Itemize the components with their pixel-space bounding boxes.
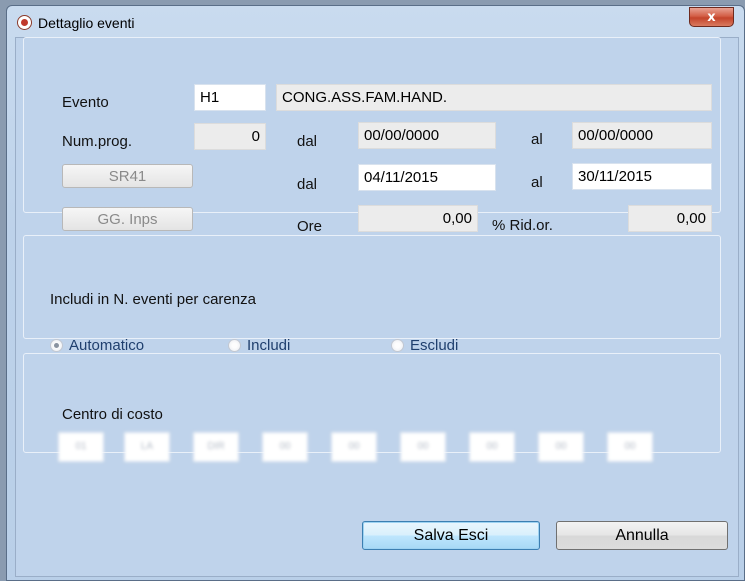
num-prog-label: Num.prog. xyxy=(62,133,133,150)
evento-label: Evento xyxy=(62,94,109,111)
radio-automatico[interactable]: Automatico xyxy=(50,337,144,354)
ore-field: 0,00 xyxy=(358,205,478,232)
rid-or-field: 0,00 xyxy=(628,205,712,232)
radio-automatico-label: Automatico xyxy=(69,337,145,354)
al-date-field-1: 00/00/0000 xyxy=(572,122,712,149)
radio-includi[interactable]: Includi xyxy=(228,337,290,354)
gg-inps-button-label: GG. Inps xyxy=(97,210,158,228)
cost-center-field-2[interactable]: LA xyxy=(124,432,170,462)
evento-code-field[interactable]: H1 xyxy=(194,84,266,111)
close-button[interactable]: x xyxy=(689,7,734,27)
app-icon xyxy=(17,15,32,30)
title-bar[interactable]: Dettaglio eventi x xyxy=(7,6,744,38)
cost-center-field-6[interactable]: 00 xyxy=(400,432,446,462)
radio-unselected-icon xyxy=(391,339,404,352)
sr41-button-label: SR41 xyxy=(108,167,147,185)
centro-costo-label: Centro di costo xyxy=(62,406,163,423)
save-exit-label: Salva Esci xyxy=(413,526,489,544)
cost-center-field-3[interactable]: DIR xyxy=(193,432,239,462)
cancel-label: Annulla xyxy=(615,526,669,544)
cost-center-field-8[interactable]: 00 xyxy=(538,432,584,462)
carenza-label: Includi in N. eventi per carenza xyxy=(50,291,256,308)
dal-date-field-1: 00/00/0000 xyxy=(358,122,496,149)
evento-description-field: CONG.ASS.FAM.HAND. xyxy=(276,84,712,111)
sr41-button[interactable]: SR41 xyxy=(62,164,193,188)
ore-label: Ore xyxy=(297,218,323,235)
cost-center-field-4[interactable]: 00 xyxy=(262,432,308,462)
close-icon: x xyxy=(707,9,716,25)
rid-or-label: % Rid.or. xyxy=(492,217,553,234)
cost-center-field-9[interactable]: 00 xyxy=(607,432,653,462)
radio-selected-icon xyxy=(50,339,63,352)
al-label-1: al xyxy=(531,131,543,148)
radio-escludi[interactable]: Escludi xyxy=(391,337,458,354)
cost-center-field-5[interactable]: 00 xyxy=(331,432,377,462)
radio-unselected-icon xyxy=(228,339,241,352)
radio-includi-label: Includi xyxy=(247,337,291,354)
num-prog-field: 0 xyxy=(194,123,266,150)
al-label-2: al xyxy=(531,174,543,191)
dal-label-2: dal xyxy=(297,176,318,193)
window-title: Dettaglio eventi xyxy=(38,15,135,31)
save-exit-button[interactable]: Salva Esci xyxy=(362,521,540,550)
cost-center-field-7[interactable]: 00 xyxy=(469,432,515,462)
al-date-field-2[interactable]: 30/11/2015 xyxy=(572,163,712,190)
radio-escludi-label: Escludi xyxy=(410,337,459,354)
dal-label-1: dal xyxy=(297,133,318,150)
cancel-button[interactable]: Annulla xyxy=(556,521,728,550)
cost-center-field-1[interactable]: 01 xyxy=(58,432,104,462)
dal-date-field-2[interactable]: 04/11/2015 xyxy=(358,164,496,191)
gg-inps-button[interactable]: GG. Inps xyxy=(62,207,193,231)
carenza-group xyxy=(23,235,721,339)
